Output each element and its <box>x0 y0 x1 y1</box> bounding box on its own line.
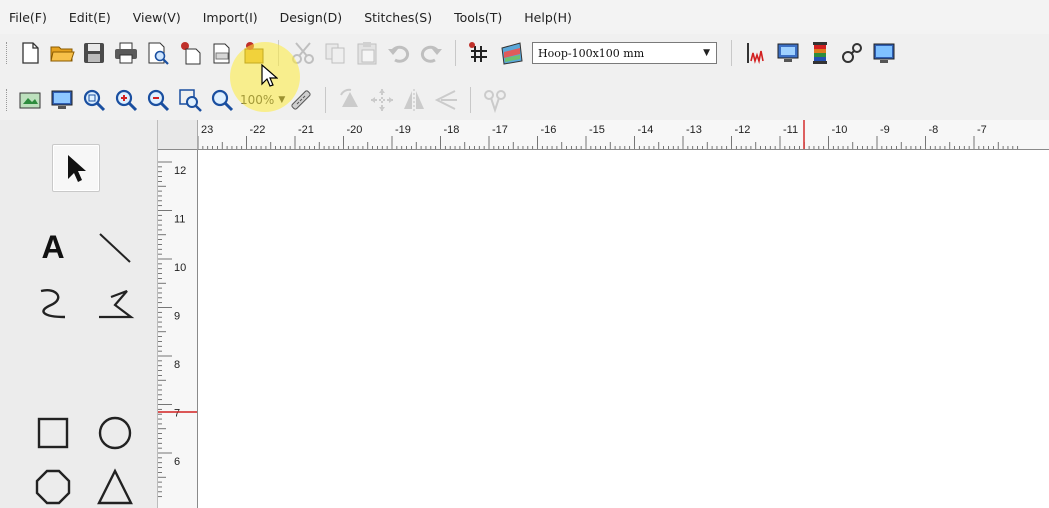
drawing-tool-panel: A <box>0 120 158 508</box>
zoom-page-icon[interactable] <box>175 85 205 115</box>
menu-help[interactable]: Help(H) <box>513 10 583 25</box>
zoom-level-select[interactable]: 100% ▼ <box>240 90 285 110</box>
menu-bar: File(F) Edit(E) View(V) Import(I) Design… <box>0 0 1049 34</box>
thread-color-icon[interactable] <box>805 38 835 68</box>
copy-icon[interactable] <box>320 38 350 68</box>
triangle-tool-icon[interactable] <box>92 464 138 508</box>
cut-icon[interactable] <box>288 38 318 68</box>
ruler-label: -21 <box>298 124 314 136</box>
toolbar-separator <box>278 40 279 66</box>
view-toolbar: 100% ▼ <box>0 80 1049 120</box>
ruler-label: 7 <box>174 408 180 420</box>
toolbar-grip[interactable] <box>6 89 10 111</box>
ruler-label: -15 <box>589 124 605 136</box>
new-file-icon[interactable] <box>15 38 45 68</box>
move-icon[interactable] <box>367 85 397 115</box>
circle-tool-icon[interactable] <box>92 410 138 456</box>
rectangle-tool-icon[interactable] <box>30 410 76 456</box>
rotate-icon[interactable] <box>335 85 365 115</box>
menu-edit[interactable]: Edit(E) <box>58 10 122 25</box>
image-view-icon[interactable] <box>15 85 45 115</box>
ruler-label: 10 <box>174 262 186 274</box>
ruler-label: -13 <box>686 124 702 136</box>
color-palette-icon[interactable] <box>497 38 527 68</box>
ruler-label: -9 <box>880 124 890 136</box>
grid-icon[interactable] <box>465 38 495 68</box>
view-3d-icon[interactable] <box>869 38 899 68</box>
print-icon[interactable] <box>111 38 141 68</box>
ruler-label: -19 <box>395 124 411 136</box>
toolbar-separator <box>470 87 472 113</box>
chevron-down-icon: ▼ <box>703 48 710 58</box>
monitor-icon[interactable] <box>773 38 803 68</box>
menu-stitches[interactable]: Stitches(S) <box>353 10 443 25</box>
app-window: File(F) Edit(E) View(V) Import(I) Design… <box>0 0 1049 508</box>
ruler-label: -14 <box>638 124 654 136</box>
align-icon[interactable] <box>431 85 461 115</box>
open-folder-icon[interactable] <box>47 38 77 68</box>
hoop-size-value: Hoop-100x100 mm <box>538 46 645 60</box>
ruler-label: -22 <box>250 124 266 136</box>
select-arrow-icon[interactable] <box>52 144 100 192</box>
vertical-ruler: 12 11 10 9 8 7 6 <box>158 150 198 508</box>
svg-text:A: A <box>41 229 64 265</box>
redo-icon[interactable] <box>416 38 446 68</box>
ruler-label: -7 <box>977 124 987 136</box>
ruler-corner <box>158 120 198 150</box>
octagon-tool-icon[interactable] <box>30 464 76 508</box>
monitor-zoom-icon[interactable] <box>47 85 77 115</box>
ruler-label: -11 <box>783 124 798 136</box>
menu-import[interactable]: Import(I) <box>192 10 269 25</box>
toolbar-grip[interactable] <box>6 42 10 64</box>
open-recent-icon[interactable] <box>175 38 205 68</box>
zoom-fit-icon[interactable] <box>79 85 109 115</box>
ruler-label: -12 <box>735 124 751 136</box>
design-canvas[interactable] <box>198 150 1049 508</box>
paste-icon[interactable] <box>352 38 382 68</box>
save-icon[interactable] <box>79 38 109 68</box>
ruler-label: -8 <box>929 124 939 136</box>
import-bitmap-icon[interactable] <box>239 38 269 68</box>
zoom-out-icon[interactable] <box>143 85 173 115</box>
zoom-in-icon[interactable] <box>111 85 141 115</box>
toolbar-separator <box>455 40 456 66</box>
mirror-icon[interactable] <box>399 85 429 115</box>
ruler-label: -20 <box>347 124 363 136</box>
measure-icon[interactable] <box>286 85 316 115</box>
stitch-chart-icon[interactable] <box>741 38 771 68</box>
toolbar-separator <box>731 40 732 66</box>
print-preview-icon[interactable] <box>143 38 173 68</box>
ruler-label: 8 <box>174 359 180 371</box>
line-tool-icon[interactable] <box>92 224 138 270</box>
hoop-size-select[interactable]: Hoop-100x100 mm ▼ <box>532 42 717 64</box>
menu-tools[interactable]: Tools(T) <box>443 10 513 25</box>
curve-tool-icon[interactable] <box>30 280 76 326</box>
ruler-label: -18 <box>444 124 460 136</box>
chevron-down-icon: ▼ <box>278 95 286 105</box>
horizontal-ruler: 23 -22 -21 -20 -19 -18 -17 -16 -15 -14 -13 -12 -11 -1… <box>158 120 1049 150</box>
settings-icon[interactable] <box>837 38 867 68</box>
ruler-label: -16 <box>541 124 557 136</box>
ruler-label: -17 <box>492 124 508 136</box>
horizontal-ruler-ticks: 23 -22 -21 -20 -19 -18 -17 -16 -15 -14 -13 -12 -11 -1… <box>197 120 1019 149</box>
main-toolbar: Hoop-100x100 mm ▼ <box>0 34 1049 72</box>
ruler-label: 23 <box>201 124 213 136</box>
ruler-label: 12 <box>174 165 186 177</box>
ruler-label: 11 <box>174 214 185 226</box>
vertical-ruler-ticks: 12 11 10 9 8 7 6 <box>158 161 197 498</box>
menu-view[interactable]: View(V) <box>122 10 192 25</box>
embroider-icon[interactable] <box>480 85 510 115</box>
zoom-window-icon[interactable] <box>207 85 237 115</box>
ruler-label: -10 <box>832 124 848 136</box>
menu-file[interactable]: File(F) <box>0 10 58 25</box>
ruler-label: 9 <box>174 311 180 323</box>
ruler-label: 6 <box>174 456 180 468</box>
export-icon[interactable] <box>207 38 237 68</box>
undo-icon[interactable] <box>384 38 414 68</box>
menu-design[interactable]: Design(D) <box>269 10 354 25</box>
polyline-tool-icon[interactable] <box>92 280 138 326</box>
zoom-level-value: 100% <box>240 93 275 107</box>
toolbar-separator <box>325 87 327 113</box>
text-tool-icon[interactable]: A <box>30 224 76 270</box>
